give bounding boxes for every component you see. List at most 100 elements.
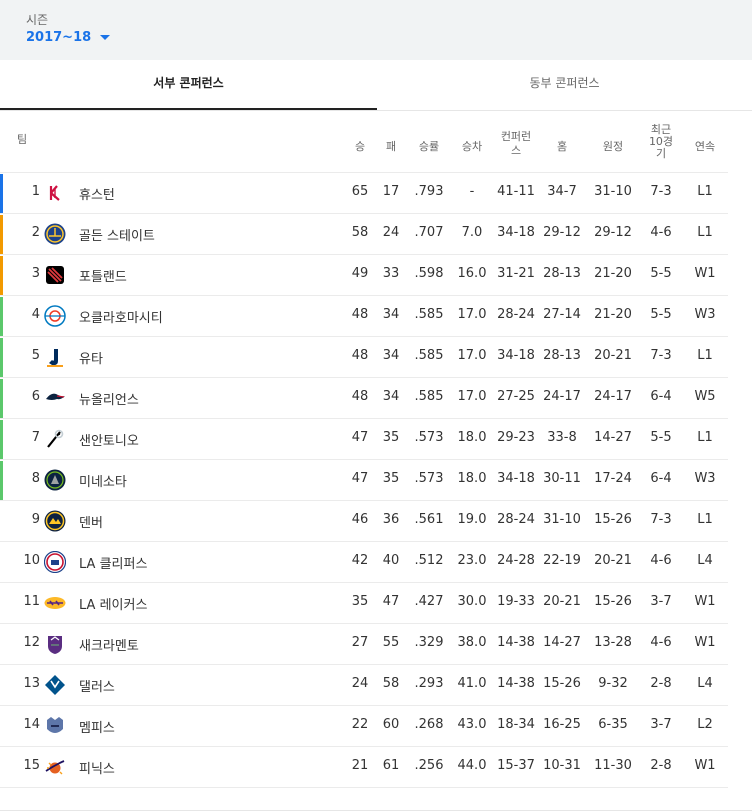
- home-record-cell: 14-27: [543, 635, 581, 650]
- away-record-cell: 15-26: [594, 512, 632, 527]
- tab-western-conference[interactable]: 서부 콘퍼런스: [0, 60, 377, 110]
- table-row[interactable]: 9 덴버 46 36 .561 19.0 28-24 31-10 15-26 7-3 L1: [0, 501, 728, 542]
- header-streak: 연속: [694, 140, 716, 153]
- table-row[interactable]: 1 휴스턴 65 17 .793 - 41-11 34-7 31-10 7-3 L1: [0, 173, 728, 214]
- home-record-cell: 34-7: [547, 184, 577, 199]
- team-rank: 9: [31, 512, 40, 527]
- win-pct-cell: .512: [414, 553, 444, 568]
- team-name[interactable]: 휴스턴: [79, 184, 115, 203]
- header-win-pct: 승률: [418, 140, 440, 153]
- team-name[interactable]: LA 클리퍼스: [79, 553, 147, 572]
- table-row[interactable]: 8 미네소타 47 35 .573 18.0 34-18 30-11 17-24 6-4 W3: [0, 460, 728, 501]
- streak-cell: W1: [694, 635, 716, 650]
- table-row[interactable]: 13 댈러스 24 58 .293 41.0 14-38 15-26 9-32 2-8 L4: [0, 665, 728, 706]
- losses-cell: 47: [382, 594, 400, 609]
- team-name[interactable]: 샌안토니오: [79, 430, 139, 449]
- team-rank: 14: [23, 717, 40, 732]
- away-record-cell: 9-32: [598, 676, 628, 691]
- streak-cell: L4: [697, 676, 713, 691]
- table-row[interactable]: 14 멤피스 22 60 .268 43.0 18-34 16-25 6-35 3-7 L2: [0, 706, 728, 747]
- losses-cell: 35: [382, 430, 400, 445]
- team-name[interactable]: 피닉스: [79, 758, 115, 777]
- team-rank: 2: [31, 225, 40, 240]
- conference-tabs: 서부 콘퍼런스 동부 콘퍼런스: [0, 60, 752, 111]
- away-record-cell: 6-35: [598, 717, 628, 732]
- conference-record-cell: 29-23: [497, 430, 535, 445]
- table-row[interactable]: 7 샌안토니오 47 35 .573 18.0 29-23 33-8 14-27 5-5 L1: [0, 419, 728, 460]
- team-name[interactable]: LA 레이커스: [79, 594, 147, 613]
- away-record-cell: 15-26: [594, 594, 632, 609]
- team-name[interactable]: 뉴올리언스: [79, 389, 139, 408]
- conference-record-cell: 28-24: [497, 512, 535, 527]
- streak-cell: W1: [694, 594, 716, 609]
- team-name[interactable]: 댈러스: [79, 676, 115, 695]
- streak-cell: L1: [697, 184, 713, 199]
- table-row[interactable]: 10 LA 클리퍼스 42 40 .512 23.0 24-28 22-19 20-21 4-6 L…: [0, 542, 728, 583]
- wins-cell: 35: [351, 594, 369, 609]
- conference-record-cell: 14-38: [497, 635, 535, 650]
- playoff-seed-indicator: [0, 420, 3, 459]
- home-record-cell: 30-11: [543, 471, 581, 486]
- away-record-cell: 20-21: [594, 553, 632, 568]
- games-behind-cell: 17.0: [457, 307, 487, 322]
- home-record-cell: 15-26: [543, 676, 581, 691]
- table-row[interactable]: 15 피닉스 21 61 .256 44.0 15-37 10-31 11-30 2-8 W1: [0, 747, 728, 788]
- header-team: 팀: [17, 133, 28, 146]
- conference-record-cell: 34-18: [497, 348, 535, 363]
- away-record-cell: 29-12: [594, 225, 632, 240]
- table-row[interactable]: 11 LA 레이커스 35 47 .427 30.0 19-33 20-21 15-26 3-7 W…: [0, 583, 728, 624]
- wins-cell: 48: [351, 307, 369, 322]
- team-rank: 1: [31, 184, 40, 199]
- streak-cell: W3: [694, 471, 716, 486]
- team-rank: 5: [31, 348, 40, 363]
- wins-cell: 46: [351, 512, 369, 527]
- win-pct-cell: .256: [414, 758, 444, 773]
- table-row[interactable]: 12 새크라멘토 27 55 .329 38.0 14-38 14-27 13-28 4-6 W1: [0, 624, 728, 665]
- wins-cell: 58: [351, 225, 369, 240]
- win-pct-cell: .598: [414, 266, 444, 281]
- team-name[interactable]: 미네소타: [79, 471, 127, 490]
- playoff-seed-indicator: [0, 748, 3, 787]
- table-row[interactable]: 4 오클라호마시티 48 34 .585 17.0 28-24 27-14 21-20 5-5 W3: [0, 296, 728, 337]
- last-10-cell: 7-3: [650, 184, 672, 199]
- team-name[interactable]: 오클라호마시티: [79, 307, 163, 326]
- conference-record-cell: 14-38: [497, 676, 535, 691]
- wins-cell: 48: [351, 389, 369, 404]
- trailblazers-logo-icon: [46, 266, 64, 284]
- last-10-cell: 6-4: [650, 471, 672, 486]
- win-pct-cell: .573: [414, 471, 444, 486]
- team-name[interactable]: 유타: [79, 348, 103, 367]
- spurs-logo-icon: [47, 429, 64, 448]
- caret-down-icon[interactable]: [100, 35, 111, 40]
- losses-cell: 55: [382, 635, 400, 650]
- wins-cell: 47: [351, 430, 369, 445]
- table-row[interactable]: 3 포틀랜드 49 33 .598 16.0 31-21 28-13 21-20 5-5 W1: [0, 255, 728, 296]
- warriors-logo-icon: [44, 223, 66, 245]
- wins-cell: 49: [351, 266, 369, 281]
- tab-eastern-conference[interactable]: 동부 콘퍼런스: [377, 60, 752, 110]
- playoff-seed-indicator: [0, 461, 3, 500]
- playoff-seed-indicator: [0, 297, 3, 336]
- games-behind-cell: 18.0: [457, 471, 487, 486]
- conference-record-cell: 19-33: [497, 594, 535, 609]
- team-name[interactable]: 덴버: [79, 512, 103, 531]
- pelicans-logo-icon: [46, 393, 65, 400]
- season-dropdown[interactable]: 2017~18: [26, 30, 111, 45]
- team-name[interactable]: 새크라멘토: [79, 635, 139, 654]
- table-row[interactable]: 6 뉴올리언스 48 34 .585 17.0 27-25 24-17 24-17 6-4 W5: [0, 378, 728, 419]
- last-10-cell: 5-5: [650, 266, 672, 281]
- team-name[interactable]: 포틀랜드: [79, 266, 127, 285]
- header-games-behind: 승차: [461, 140, 483, 153]
- header-wins: 승: [354, 140, 366, 153]
- mavericks-logo-icon: [45, 675, 65, 695]
- home-record-cell: 31-10: [543, 512, 581, 527]
- table-row[interactable]: 2 골든 스테이트 58 24 .707 7.0 34-18 29-12 29-12 4-6 L1: [0, 214, 728, 255]
- table-row[interactable]: 5 유타 48 34 .585 17.0 34-18 28-13 20-21 7-3 L1: [0, 337, 728, 378]
- win-pct-cell: .427: [414, 594, 444, 609]
- team-name[interactable]: 멤피스: [79, 717, 115, 736]
- nuggets-logo-icon: [44, 510, 66, 532]
- streak-cell: L1: [697, 512, 713, 527]
- season-value[interactable]: 2017~18: [26, 30, 91, 45]
- win-pct-cell: .585: [414, 307, 444, 322]
- team-name[interactable]: 골든 스테이트: [79, 225, 155, 244]
